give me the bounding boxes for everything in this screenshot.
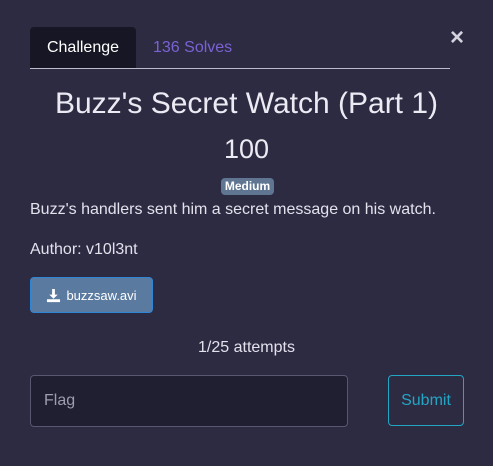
modal-tabs: Challenge 136 Solves (30, 27, 450, 69)
download-icon (47, 288, 61, 302)
challenge-modal: × Challenge 136 Solves Buzz's Secret Wat… (0, 0, 493, 466)
flag-input[interactable] (30, 375, 348, 427)
tab-challenge[interactable]: Challenge (30, 27, 136, 68)
file-name: buzzsaw.avi (66, 287, 137, 303)
challenge-description: Buzz's handlers sent him a secret messag… (30, 201, 436, 218)
challenge-points: 100 (223, 134, 270, 164)
attempts-counter: 1/25 attempts (198, 339, 295, 356)
challenge-title: Buzz's Secret Watch (Part 1) (54, 87, 439, 120)
challenge-author: Author: v10l3nt (30, 241, 138, 258)
tab-solves[interactable]: 136 Solves (153, 27, 232, 68)
submit-button[interactable]: Submit (388, 375, 464, 426)
difficulty-badge: Medium (221, 178, 274, 195)
close-button[interactable]: × (449, 24, 465, 51)
download-file-button[interactable]: buzzsaw.avi (30, 277, 153, 313)
close-icon: × (449, 24, 464, 51)
